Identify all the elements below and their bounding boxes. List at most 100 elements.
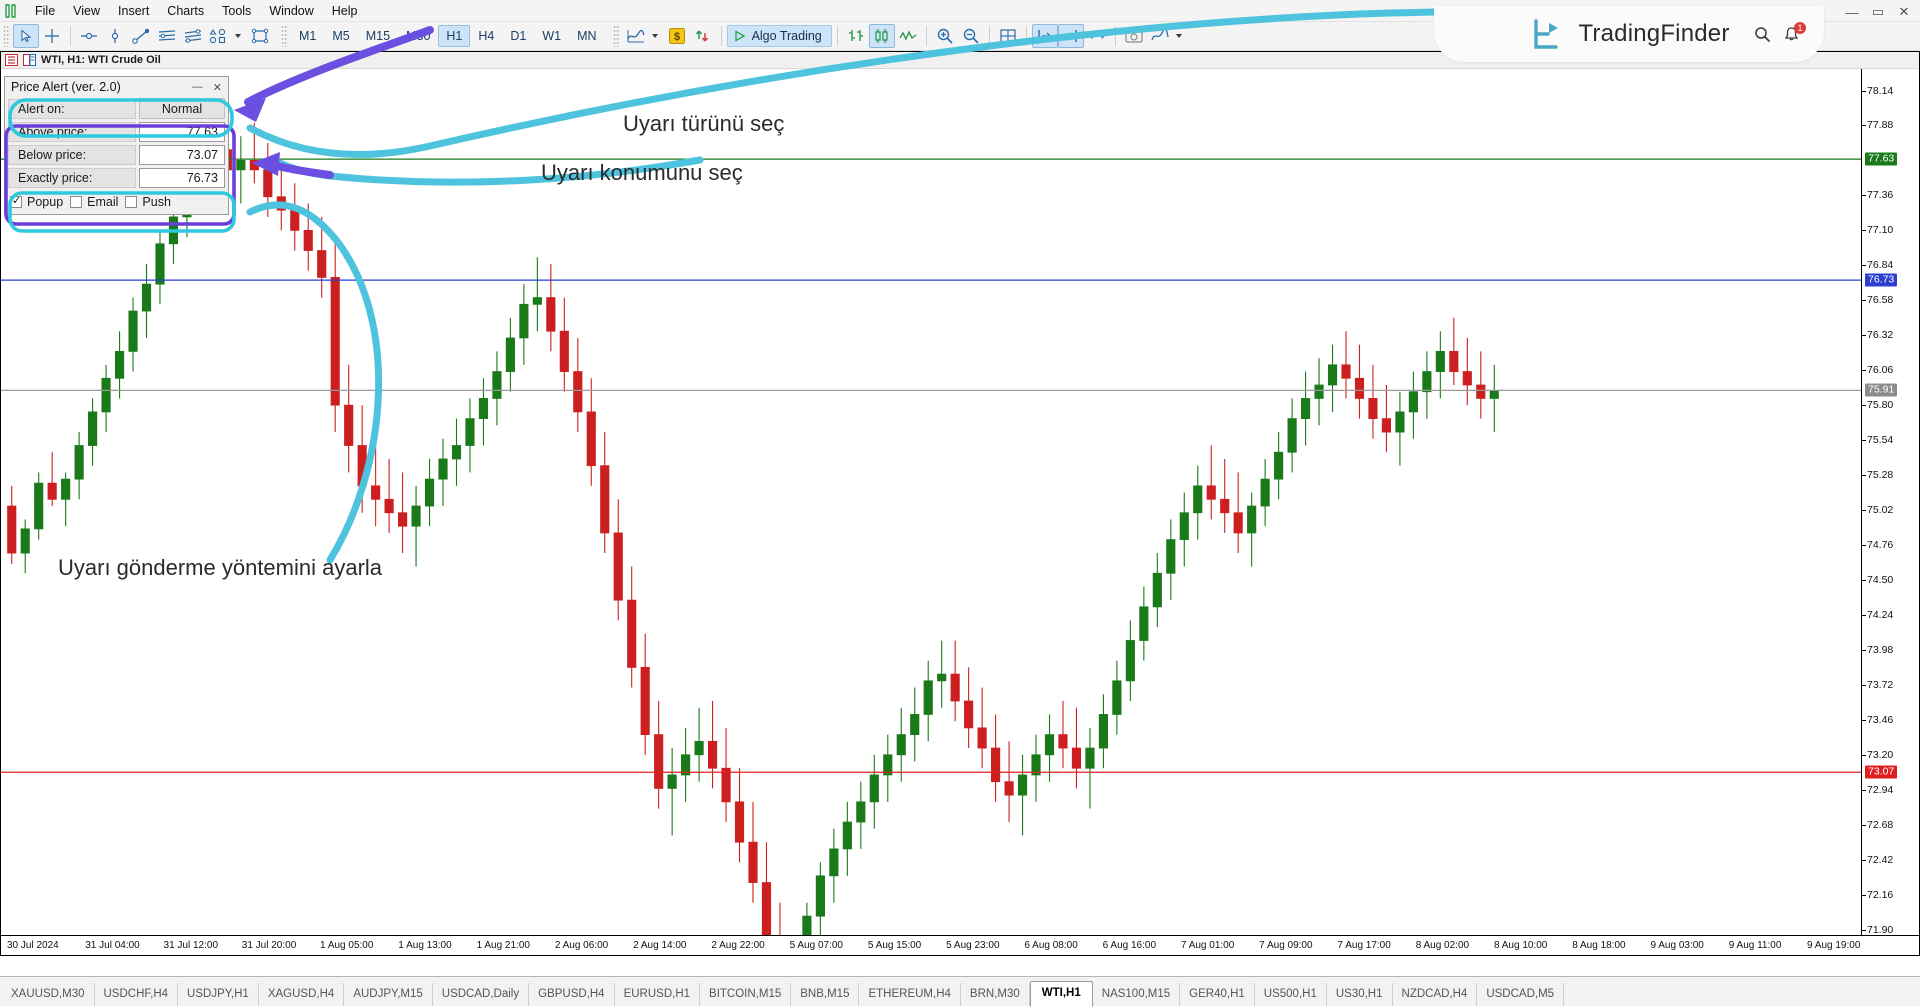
symbol-tab[interactable]: AUDJPY,M15	[344, 983, 432, 1006]
shapes-icon[interactable]	[206, 24, 232, 48]
shapes-dropdown-caret-icon[interactable]	[235, 34, 241, 38]
timeframe-m30[interactable]: M30	[398, 25, 438, 47]
zoom-out-icon[interactable]	[958, 24, 984, 48]
symbol-tab[interactable]: XAUUSD,M30	[2, 983, 95, 1006]
horizontal-line-icon[interactable]	[76, 24, 102, 48]
toolbar-grip[interactable]	[3, 25, 10, 47]
bar-chart-icon[interactable]	[843, 24, 869, 48]
below-price-input[interactable]: 73.07	[139, 145, 225, 165]
email-checkbox-box[interactable]	[70, 196, 82, 208]
price-alert-close-button[interactable]: ✕	[213, 81, 222, 94]
symbol-tab[interactable]: BITCOIN,M15	[700, 983, 791, 1006]
price-alert-dialog[interactable]: Price Alert (ver. 2.0) — ✕ Alert on: Nor…	[4, 76, 229, 215]
indicators-icon[interactable]	[1147, 24, 1173, 48]
line-mode-icon[interactable]	[895, 24, 921, 48]
trendline-icon[interactable]	[128, 24, 154, 48]
candle	[291, 183, 299, 250]
symbol-tab[interactable]: ETHEREUM,H4	[859, 983, 960, 1006]
timeframe-w1[interactable]: W1	[534, 25, 569, 47]
symbol-tab[interactable]: GER40,H1	[1180, 983, 1255, 1006]
menu-item-help[interactable]: Help	[323, 2, 367, 20]
popup-checkbox[interactable]: Popup	[10, 195, 63, 209]
symbol-tab[interactable]: USDCHF,H4	[95, 983, 179, 1006]
expand-icon[interactable]	[1084, 24, 1110, 48]
timeframe-m1[interactable]: M1	[291, 25, 324, 47]
above-price-input[interactable]: 77.63	[139, 122, 225, 142]
notifications-icon[interactable]: 1	[1783, 26, 1800, 48]
dollar-icon[interactable]: $	[664, 24, 690, 48]
symbol-tab[interactable]: US500,H1	[1255, 983, 1327, 1006]
candle	[654, 701, 662, 809]
symbol-tab[interactable]: BNB,M15	[791, 983, 859, 1006]
metatrader-logo-icon	[0, 4, 26, 18]
chart-type-caret-icon[interactable]	[652, 34, 658, 38]
price-level-tag[interactable]: 73.07	[1865, 766, 1897, 779]
svg-text:$: $	[674, 31, 680, 43]
symbol-tab[interactable]: GBPUSD,H4	[529, 983, 614, 1006]
toolbar-grip-2[interactable]	[281, 25, 288, 47]
price-level-tag[interactable]: 77.63	[1865, 153, 1897, 166]
price-alert-minimize-button[interactable]: —	[192, 81, 203, 94]
vertical-line-icon[interactable]	[102, 24, 128, 48]
exactly-price-input[interactable]: 76.73	[139, 168, 225, 188]
chart-window[interactable]: WTI, H1: WTI Crude Oil 78.1477.8877.3677…	[0, 51, 1920, 956]
shift-icon[interactable]	[1032, 24, 1058, 48]
cursor-icon[interactable]	[13, 24, 39, 48]
price-axis[interactable]: 78.1477.8877.3677.1076.8476.5876.3276.06…	[1861, 69, 1919, 956]
menu-item-tools[interactable]: Tools	[213, 2, 260, 20]
candle	[1409, 372, 1417, 439]
menu-item-file[interactable]: File	[26, 2, 64, 20]
close-button[interactable]: ✕	[1896, 4, 1912, 20]
menu-item-insert[interactable]: Insert	[109, 2, 158, 20]
timeframe-mn[interactable]: MN	[569, 25, 604, 47]
symbol-tab[interactable]: EURUSD,H1	[615, 983, 700, 1006]
symbol-tab[interactable]: WTI,H1	[1030, 981, 1093, 1007]
symbol-tab[interactable]: BRN,M30	[961, 983, 1030, 1006]
algo-trading-button[interactable]: Algo Trading	[727, 25, 832, 47]
chart-title-text: WTI, H1: WTI Crude Oil	[41, 54, 161, 66]
symbol-tab[interactable]: US30,H1	[1327, 983, 1393, 1006]
crosshair-icon[interactable]	[39, 24, 65, 48]
candlestick-icon[interactable]	[869, 24, 895, 48]
symbol-tab[interactable]: NAS100,M15	[1093, 983, 1180, 1006]
objects-icon[interactable]	[247, 24, 273, 48]
indicators-caret-icon[interactable]	[1176, 34, 1182, 38]
push-checkbox[interactable]: Push	[125, 195, 171, 209]
line-chart-icon[interactable]	[623, 24, 649, 48]
toolbar-grip-3[interactable]	[613, 25, 620, 47]
alert-on-select[interactable]: Normal Ask/Bid	[139, 98, 225, 119]
market-watch-icon	[5, 54, 18, 66]
above-price-row: Above price: 77.63	[5, 120, 228, 143]
fibonacci-icon[interactable]	[180, 24, 206, 48]
menu-item-window[interactable]: Window	[260, 2, 322, 20]
symbol-tab[interactable]: USDJPY,H1	[178, 983, 259, 1006]
price-level-tag[interactable]: 76.73	[1865, 274, 1897, 287]
minimize-button[interactable]: —	[1844, 4, 1860, 20]
zoom-in-icon[interactable]	[932, 24, 958, 48]
price-level-tag[interactable]: 75.91	[1865, 384, 1897, 397]
candle	[371, 446, 379, 527]
symbol-tab[interactable]: USDCAD,M5	[1477, 983, 1564, 1006]
maximize-button[interactable]: ▭	[1870, 4, 1886, 20]
search-icon[interactable]	[1754, 26, 1771, 48]
channel-icon[interactable]	[154, 24, 180, 48]
timeframe-d1[interactable]: D1	[502, 25, 534, 47]
popup-checkbox-box[interactable]	[10, 196, 22, 208]
email-checkbox[interactable]: Email	[70, 195, 118, 209]
timeframe-m15[interactable]: M15	[358, 25, 398, 47]
price-tick-label: 75.54	[1867, 434, 1893, 446]
candle	[1382, 385, 1390, 452]
grid-icon[interactable]	[995, 24, 1021, 48]
timeframe-h1[interactable]: H1	[438, 25, 470, 47]
symbol-tab[interactable]: USDCAD,Daily	[433, 983, 529, 1006]
symbol-tab[interactable]: XAGUSD,H4	[259, 983, 344, 1006]
push-checkbox-box[interactable]	[125, 196, 137, 208]
timeframe-m5[interactable]: M5	[324, 25, 357, 47]
menu-item-view[interactable]: View	[64, 2, 109, 20]
autoscroll-icon[interactable]	[690, 24, 716, 48]
timeframe-h4[interactable]: H4	[470, 25, 502, 47]
symbol-tab[interactable]: NZDCAD,H4	[1393, 983, 1478, 1006]
scroll-end-icon[interactable]	[1058, 24, 1084, 48]
menu-item-charts[interactable]: Charts	[158, 2, 213, 20]
screenshot-icon[interactable]	[1121, 24, 1147, 48]
